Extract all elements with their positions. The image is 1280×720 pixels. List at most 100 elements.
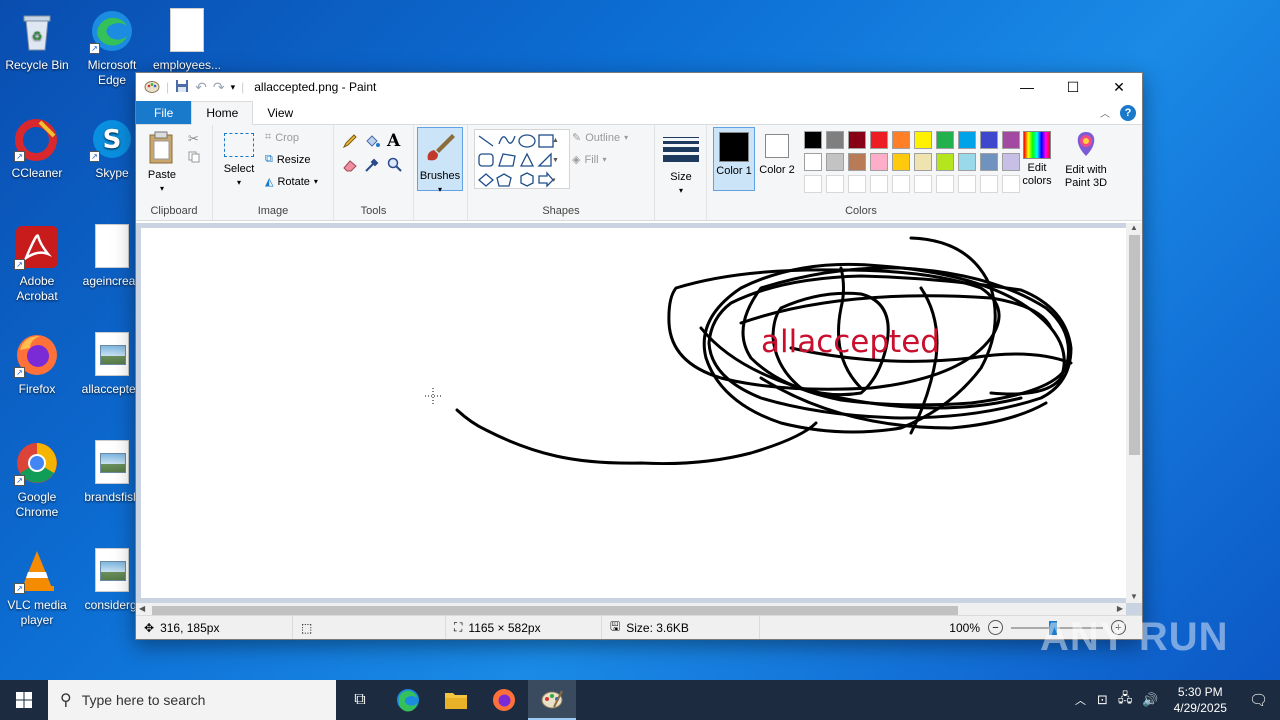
tab-home[interactable]: Home [191,101,254,125]
task-view-icon[interactable]: ⧉ [336,680,384,720]
taskbar-search[interactable]: ⚲ Type here to search [48,680,336,720]
palette-swatch[interactable] [826,131,844,149]
resize-button[interactable]: ⧉ Resize [265,153,310,166]
search-icon: ⚲ [60,692,72,709]
magnifier-icon[interactable] [387,157,403,176]
size-button[interactable]: Size ▾ [663,131,699,197]
color2-swatch [765,134,789,158]
palette-swatch[interactable] [826,153,844,171]
edit-with-paint3d-button[interactable]: Edit with Paint 3D [1061,127,1111,190]
shapes-scroll[interactable]: ▲ ▼ ▾ [552,131,559,191]
brushes-button[interactable]: Brushes ▾ [417,127,463,194]
crosshair-cursor-icon [425,388,441,404]
ccleaner-icon[interactable]: ↗ CCleaner [0,116,74,181]
maximize-button[interactable]: ☐ [1050,73,1096,101]
start-button[interactable] [0,680,48,720]
palette-swatch[interactable] [848,153,866,171]
collapse-ribbon-icon[interactable]: ︿ [1100,105,1110,120]
palette-swatch[interactable] [826,175,844,193]
palette-swatch[interactable] [848,175,866,193]
network-icon[interactable]: ⊡ [1092,692,1113,708]
eraser-icon[interactable] [342,157,358,176]
canvas-area: allaccepted ▲ ▼ ◀ ▶ [136,223,1142,619]
palette-swatch[interactable] [870,153,888,171]
palette-swatch[interactable] [804,153,822,171]
palette-swatch[interactable] [870,131,888,149]
employees-file-icon[interactable]: employees... [150,8,224,73]
palette-swatch[interactable] [892,131,910,149]
firefox-icon[interactable]: ↗ Firefox [0,332,74,397]
palette-swatch[interactable] [980,175,998,193]
fill-icon[interactable] [364,133,380,152]
tab-view[interactable]: View [253,101,307,124]
fill-button[interactable]: ◈ Fill ▾ [572,153,607,167]
help-icon[interactable]: ? [1120,104,1136,121]
palette-swatch[interactable] [804,131,822,149]
palette-swatch[interactable] [936,153,954,171]
palette-swatch[interactable] [958,175,976,193]
icon-label: Google Chrome [15,490,59,519]
palette-swatch[interactable] [914,131,932,149]
outline-button[interactable]: ✎ Outline ▾ [572,131,628,145]
recycle-bin-icon[interactable]: ♻ Recycle Bin [0,8,74,73]
close-button[interactable]: ✕ [1096,73,1142,101]
color-picker-icon[interactable] [364,157,380,176]
color-wheel-icon [1023,131,1051,159]
firefox-taskbar-icon[interactable] [480,680,528,720]
palette-swatch[interactable] [936,131,954,149]
customize-toolbar-icon[interactable]: ▾ [231,82,236,93]
clock[interactable]: 5:30 PM 4/29/2025 [1164,684,1237,716]
redo-icon[interactable]: ↷ [213,79,225,96]
palette-swatch[interactable] [914,175,932,193]
canvas-size-icon: ⛶ [454,620,463,634]
minimize-button[interactable]: — [1004,73,1050,101]
palette-swatch[interactable] [958,131,976,149]
adobe-acrobat-icon[interactable]: ↗ Adobe Acrobat [0,224,74,304]
lan-icon[interactable]: 🖧 [1113,689,1138,711]
edge-taskbar-icon[interactable] [384,680,432,720]
scribble-drawing: allaccepted [425,236,1073,466]
undo-icon[interactable]: ↶ [195,79,207,96]
palette-swatch[interactable] [870,175,888,193]
vertical-scrollbar[interactable]: ▲ ▼ [1126,223,1142,603]
tab-file[interactable]: File [136,101,192,124]
ribbon-tabs: File Home View ︿ ? [136,101,1142,125]
palette-swatch[interactable] [958,153,976,171]
palette-swatch[interactable] [892,153,910,171]
canvas-dimensions: ⛶ 1165 × 582px [446,616,602,639]
palette-swatch[interactable] [980,131,998,149]
crop-button[interactable]: ⌗ Crop [265,131,299,144]
file-explorer-icon[interactable] [432,680,480,720]
palette-swatch[interactable] [936,175,954,193]
cut-icon[interactable]: ✂ [188,131,199,147]
show-hidden-icons[interactable]: ︿ [1069,692,1092,708]
vlc-icon[interactable]: ↗ VLC media player [0,548,74,628]
palette-swatch[interactable] [980,153,998,171]
paint-taskbar-icon[interactable] [528,680,576,720]
title-bar: | ↶ ↷ ▾ | allaccepted.png - Paint — ☐ ✕ [136,73,1142,101]
text-icon[interactable]: A [387,131,400,151]
drawing-canvas[interactable]: allaccepted [141,228,1126,598]
copy-icon[interactable] [188,151,200,166]
canvas-text: allaccepted [761,324,940,360]
vertical-scroll-thumb[interactable] [1129,235,1140,455]
color2-button[interactable]: Color 2 [757,127,797,191]
palette-swatch[interactable] [848,131,866,149]
palette-swatch[interactable] [914,153,932,171]
palette-swatch[interactable] [892,175,910,193]
chrome-icon[interactable]: ↗ Google Chrome [0,440,74,520]
notifications-icon[interactable]: 🗨 [1237,691,1280,709]
pencil-icon[interactable] [342,133,358,152]
select-button[interactable]: Select ▾ [219,133,259,189]
save-icon[interactable] [175,79,189,96]
paste-button[interactable]: Paste ▾ [144,131,180,195]
zoom-out-icon[interactable]: − [988,620,1003,635]
clipboard-group: Paste ▾ ✂ Clipboard [136,125,213,220]
edit-colors-button[interactable]: Edit colors [1017,127,1057,188]
palette-swatch[interactable] [804,175,822,193]
paint-app-icon[interactable] [144,78,160,97]
color1-button[interactable]: Color 1 [713,127,755,191]
group-label: Shapes [542,205,580,217]
volume-icon[interactable]: 🔊 [1137,692,1163,708]
rotate-button[interactable]: ◭ Rotate ▾ [265,175,318,189]
